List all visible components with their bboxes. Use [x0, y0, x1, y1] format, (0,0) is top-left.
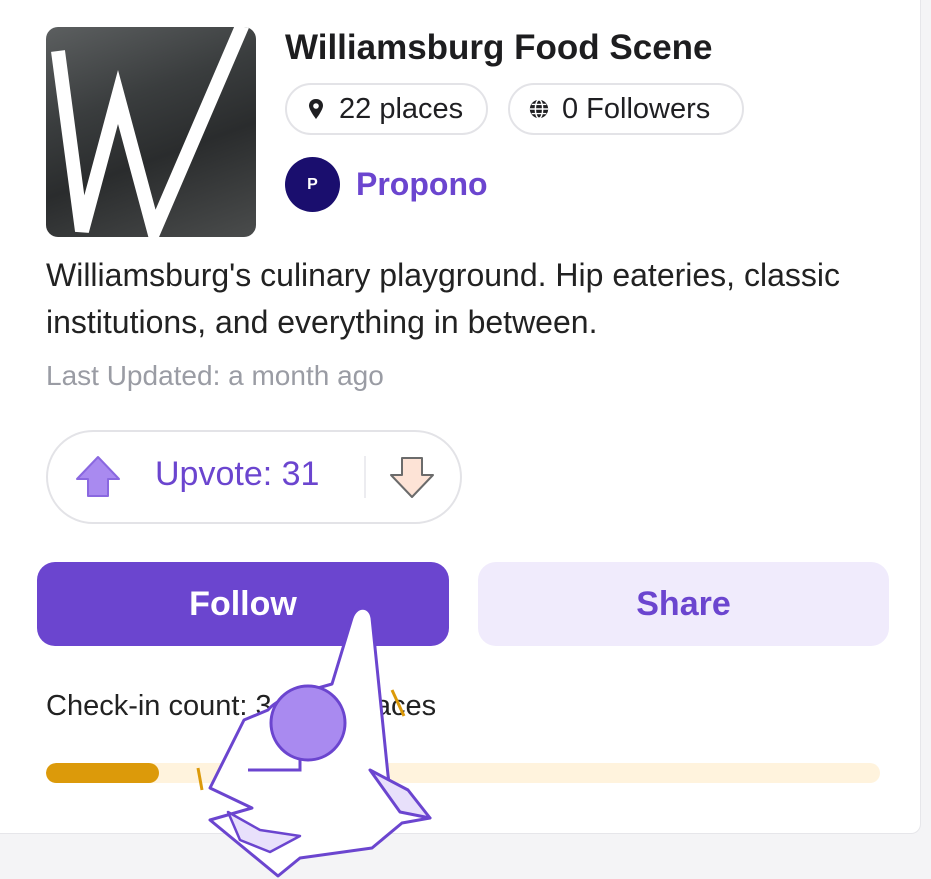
owner-link[interactable]: P Propono [285, 157, 488, 212]
last-updated: Last Updated: a month ago [46, 360, 384, 391]
checkin-count-label: Check-in count: 3 of 22 places [46, 690, 437, 722]
checkin-progress-bar [46, 763, 880, 783]
avatar: P [285, 157, 340, 212]
list-description: Williamsburg's culinary playground. Hip … [46, 257, 840, 340]
vote-divider [364, 456, 366, 498]
map-pin-icon [305, 97, 327, 121]
list-cover-image [46, 27, 256, 237]
arrow-down-icon[interactable] [388, 454, 436, 505]
followers-count-chip[interactable]: 0 Followers [508, 83, 744, 135]
places-count-chip[interactable]: 22 places [285, 83, 488, 135]
checkin-progress-fill [46, 763, 160, 783]
places-count-label: 22 places [339, 92, 464, 125]
share-button[interactable]: Share [478, 562, 889, 646]
upvote-button[interactable]: Upvote: 31 [155, 455, 319, 494]
vote-control: Upvote: 31 [46, 430, 462, 524]
list-title: Williamsburg Food Scene [285, 28, 713, 67]
list-card: Williamsburg Food Scene 22 places 0 Foll… [0, 0, 921, 834]
followers-count-label: 0 Followers [562, 92, 711, 125]
arrow-up-icon[interactable] [74, 454, 122, 505]
cover-letter-art [51, 27, 250, 237]
globe-icon [528, 97, 550, 121]
owner-name[interactable]: Propono [356, 166, 488, 203]
follow-button[interactable]: Follow [37, 562, 449, 646]
